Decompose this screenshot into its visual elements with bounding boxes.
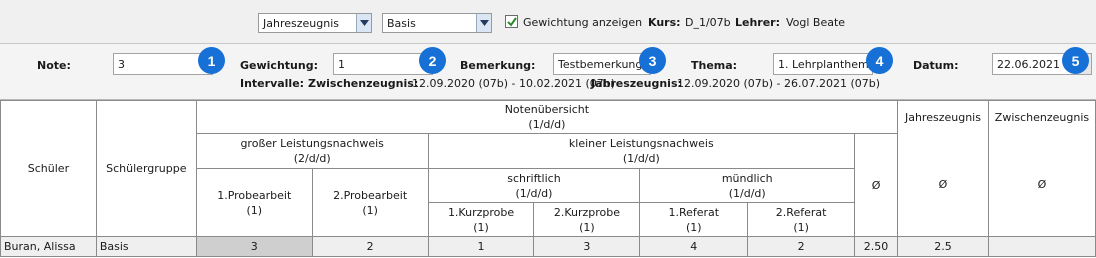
gewichtung-checkbox[interactable] xyxy=(505,15,518,28)
header-zwischenzeugnis[interactable]: Zwischenzeugnis xyxy=(987,100,1096,134)
table-row[interactable]: Buran, Alissa Basis 3 2 1 3 4 2 2.50 2.5 xyxy=(0,236,1096,257)
header-probe2[interactable]: 2.Probearbeit (1) xyxy=(311,168,429,237)
bemerkung-input[interactable]: Testbemerkung xyxy=(553,53,651,75)
header-kurz1-label: 1.Kurzprobe xyxy=(447,205,515,219)
header-ref2[interactable]: 2.Referat (1) xyxy=(747,202,856,237)
chevron-down-icon[interactable] xyxy=(476,14,491,32)
chevron-down-icon[interactable] xyxy=(356,14,371,32)
header-kurz2-weight: (1) xyxy=(579,220,595,234)
header-kurz1[interactable]: 1.Kurzprobe (1) xyxy=(427,202,535,237)
header-probe1-label: 1.Probearbeit xyxy=(217,188,292,202)
toolbar: Jahreszeugnis Basis Gewichtung anzeigen … xyxy=(0,0,1096,44)
badge-1: 1 xyxy=(198,47,225,74)
grade-entry-form: Note: 3 1 Gewichtung: 1 2 Bemerkung: Tes… xyxy=(0,44,1096,100)
badge-5: 5 xyxy=(1062,47,1089,74)
gewichtung-checkbox-label: Gewichtung anzeigen xyxy=(523,16,643,29)
header-probe1-weight: (1) xyxy=(246,203,263,217)
header-jahreszeugnis[interactable]: Jahreszeugnis xyxy=(897,100,989,134)
cell-gruppe[interactable]: Basis xyxy=(95,236,197,257)
cell-probe1[interactable]: 3 xyxy=(195,236,313,257)
header-kurz1-weight: (1) xyxy=(473,220,489,234)
header-probe1[interactable]: 1.Probearbeit (1) xyxy=(195,168,313,237)
header-notenuebersicht-label: Notenübersicht xyxy=(504,103,590,116)
cell-kurz1[interactable]: 1 xyxy=(427,236,535,257)
bemerkung-input-value: Testbemerkung xyxy=(558,58,643,71)
zeugnis-select-value: Jahreszeugnis xyxy=(263,17,339,30)
header-kurz2[interactable]: 2.Kurzprobe (1) xyxy=(533,202,641,237)
kurs-value: D_1/07b xyxy=(685,16,731,29)
check-icon xyxy=(507,17,517,27)
header-muendlich-label: mündlich xyxy=(721,171,773,185)
header-schriftlich-weight: (1/d/d) xyxy=(515,186,553,200)
cell-probe2[interactable]: 2 xyxy=(311,236,429,257)
header-notenuebersicht[interactable]: Notenübersicht (1/d/d) xyxy=(195,100,899,134)
header-ref2-weight: (1) xyxy=(793,220,809,234)
gewichtung-label: Gewichtung: xyxy=(240,59,318,72)
header-schuelergruppe[interactable]: Schülergruppe xyxy=(95,100,197,237)
cell-ref1[interactable]: 4 xyxy=(639,236,749,257)
kurs-label: Kurs: xyxy=(648,16,681,29)
note-input-value: 3 xyxy=(118,58,125,71)
lehrer-value: Vogl Beate xyxy=(786,16,846,29)
gewichtung-input-value: 1 xyxy=(338,58,345,71)
header-schueler[interactable]: Schüler xyxy=(0,100,97,237)
zwischen-label: Zwischenzeugnis: xyxy=(308,77,419,90)
cell-zwischenzeugnis[interactable] xyxy=(987,236,1096,257)
cell-ref2[interactable]: 2 xyxy=(747,236,856,257)
jahres-value: 12.09.2020 (07b) - 26.07.2021 (07b) xyxy=(677,77,881,90)
datum-input-value: 22.06.2021 xyxy=(997,58,1060,71)
header-kurz2-label: 2.Kurzprobe xyxy=(553,205,620,219)
badge-4: 4 xyxy=(866,47,893,74)
lehrer-label: Lehrer: xyxy=(735,16,781,29)
cell-kurz2[interactable]: 3 xyxy=(533,236,641,257)
header-klein[interactable]: kleiner Leistungsnachweis (1/d/d) xyxy=(427,133,856,169)
header-probe2-label: 2.Probearbeit xyxy=(333,188,408,202)
header-ref2-label: 2.Referat xyxy=(775,205,827,219)
header-notenuebersicht-weight: (1/d/d) xyxy=(528,118,566,131)
header-klein-weight: (1/d/d) xyxy=(622,152,660,165)
header-gross-weight: (2/d/d) xyxy=(293,152,331,165)
zeugnis-select[interactable]: Jahreszeugnis xyxy=(258,13,372,33)
gewichtung-input[interactable]: 1 xyxy=(333,53,433,75)
header-durchschnitt[interactable]: Ø xyxy=(854,133,898,237)
header-muendlich[interactable]: mündlich (1/d/d) xyxy=(639,168,856,203)
header-muendlich-weight: (1/d/d) xyxy=(728,186,766,200)
header-klein-label: kleiner Leistungsnachweis xyxy=(568,137,714,150)
header-zwischenzeugnis-avg[interactable]: Ø xyxy=(987,133,1096,237)
header-ref1[interactable]: 1.Referat (1) xyxy=(639,202,749,237)
header-schriftlich-label: schriftlich xyxy=(507,171,561,185)
cell-durchschnitt[interactable]: 2.50 xyxy=(854,236,898,257)
gruppe-select-value: Basis xyxy=(387,17,416,30)
zwischen-value: 12.09.2020 (07b) - 10.02.2021 (07b) xyxy=(412,77,616,90)
datum-label: Datum: xyxy=(913,59,959,72)
grades-table: Schüler Schülergruppe Notenübersicht (1/… xyxy=(0,100,1096,257)
bemerkung-label: Bemerkung: xyxy=(460,59,536,72)
intervalle-label: Intervalle: xyxy=(240,77,305,90)
header-gross-label: großer Leistungsnachweis xyxy=(240,137,384,150)
header-ref1-label: 1.Referat xyxy=(668,205,720,219)
note-label: Note: xyxy=(37,59,71,72)
header-gross[interactable]: großer Leistungsnachweis (2/d/d) xyxy=(195,133,429,169)
gruppe-select[interactable]: Basis xyxy=(382,13,492,33)
badge-2: 2 xyxy=(419,47,446,74)
cell-jahreszeugnis[interactable]: 2.5 xyxy=(897,236,989,257)
thema-label: Thema: xyxy=(691,59,738,72)
thema-input[interactable]: 1. Lehrplanthema xyxy=(773,53,876,75)
badge-3: 3 xyxy=(639,47,666,74)
cell-schueler[interactable]: Buran, Alissa xyxy=(0,236,97,257)
header-schriftlich[interactable]: schriftlich (1/d/d) xyxy=(427,168,641,203)
jahres-label: Jahreszeugnis: xyxy=(591,77,682,90)
header-jahreszeugnis-avg[interactable]: Ø xyxy=(897,133,989,237)
header-probe2-weight: (1) xyxy=(362,203,378,217)
thema-input-value: 1. Lehrplanthema xyxy=(778,58,876,71)
header-ref1-weight: (1) xyxy=(685,220,702,234)
